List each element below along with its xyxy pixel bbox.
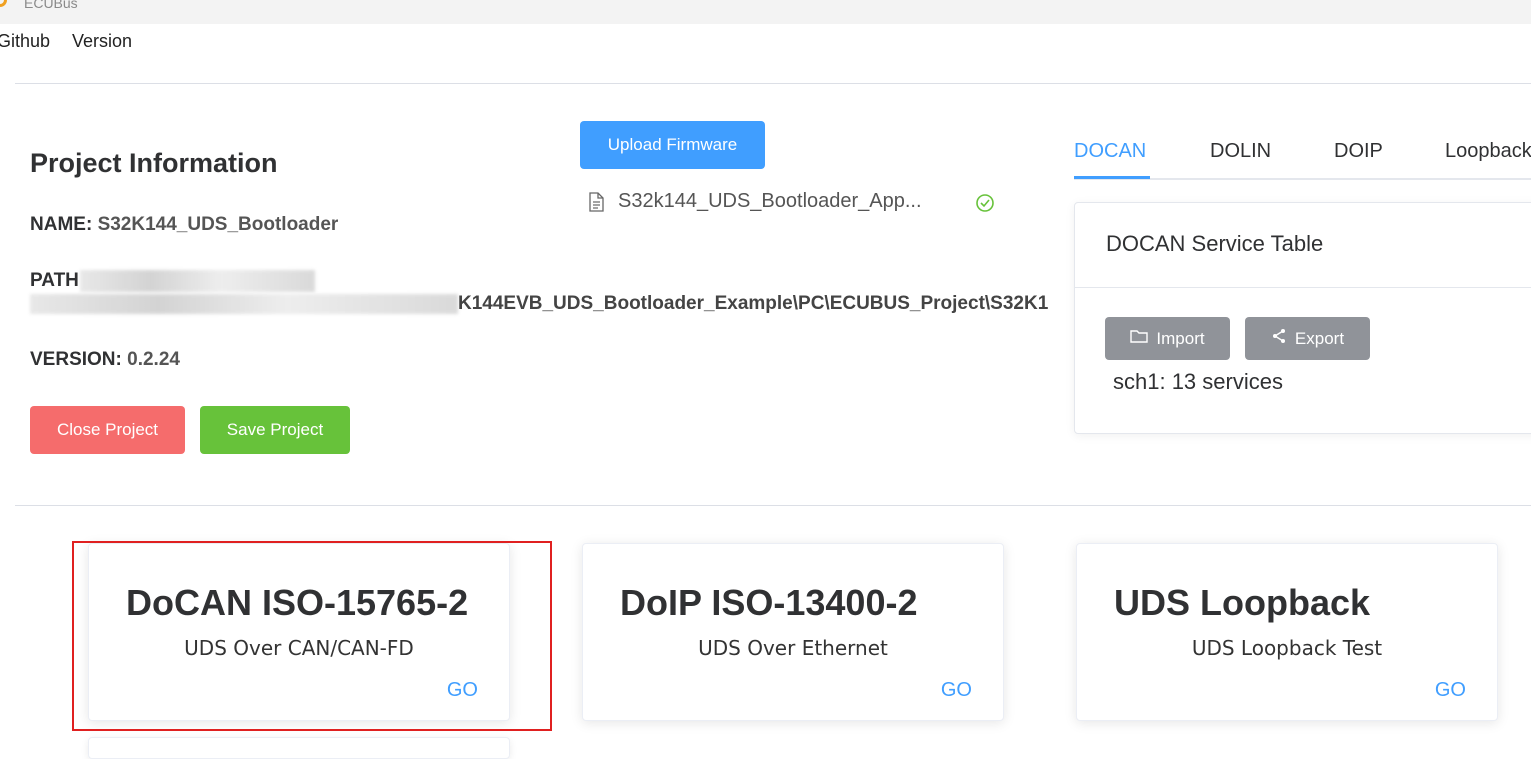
- header-divider: [15, 83, 1531, 84]
- active-tab-indicator: [1074, 176, 1150, 179]
- export-button[interactable]: Export: [1245, 317, 1370, 360]
- project-path-value: K144EVB_UDS_Bootloader_Example\PC\ECUBUS…: [458, 293, 1049, 314]
- window-titlebar: ECUBus: [0, 0, 1531, 24]
- protocol-tabs: DOCAN DOLIN DOIP Loopback: [1074, 132, 1531, 180]
- firmware-file-item[interactable]: S32k144_UDS_Bootloader_App...: [588, 190, 1008, 216]
- document-icon: [588, 192, 604, 217]
- section-divider: [15, 505, 1531, 506]
- project-info-title: Project Information: [30, 148, 278, 178]
- service-card-divider: [1075, 287, 1531, 288]
- save-project-button[interactable]: Save Project: [200, 406, 350, 454]
- window-title: ECUBus: [24, 0, 78, 11]
- export-label: Export: [1294, 328, 1345, 348]
- menu-item-github[interactable]: Github: [0, 31, 50, 52]
- folder-icon: [1130, 328, 1149, 349]
- highlight-box: [72, 541, 552, 731]
- project-version: VERSION: 0.2.24: [30, 349, 180, 371]
- protocol-card-title: DoIP ISO-13400-2: [620, 582, 918, 623]
- upload-firmware-button[interactable]: Upload Firmware: [580, 121, 765, 169]
- menu-bar: Github Version: [0, 24, 1531, 58]
- project-name-value: S32K144_UDS_Bootloader: [97, 214, 339, 235]
- project-name: NAME: S32K144_UDS_Bootloader: [30, 214, 338, 236]
- tab-doip[interactable]: DOIP: [1334, 140, 1383, 163]
- protocol-card-subtitle: UDS Over Ethernet: [698, 636, 888, 660]
- import-label: Import: [1156, 328, 1205, 348]
- go-link[interactable]: GO: [1435, 679, 1466, 702]
- project-version-value: 0.2.24: [127, 349, 180, 370]
- app-logo-icon: [0, 0, 7, 7]
- protocol-card-subtitle: UDS Loopback Test: [1191, 636, 1383, 660]
- project-path-label-text: PATH: [30, 270, 79, 291]
- protocol-card-partial: [88, 737, 510, 759]
- firmware-file-name: S32k144_UDS_Bootloader_App...: [618, 190, 922, 212]
- protocol-card-doip[interactable]: DoIP ISO-13400-2 UDS Over Ethernet GO: [582, 543, 1004, 721]
- redacted-path-part-2: [30, 294, 458, 314]
- protocol-card-title: UDS Loopback: [1114, 582, 1371, 623]
- check-circle-icon: [975, 193, 995, 218]
- protocol-card-loopback[interactable]: UDS Loopback UDS Loopback Test GO: [1076, 543, 1498, 721]
- project-name-label: NAME:: [30, 214, 93, 235]
- project-path-label: PATH: [30, 270, 79, 292]
- tab-dolin[interactable]: DOLIN: [1210, 140, 1271, 163]
- go-link[interactable]: GO: [941, 679, 972, 702]
- service-table-title: DOCAN Service Table: [1106, 231, 1324, 256]
- service-table-card: DOCAN Service Table Import Export sch1: …: [1074, 202, 1531, 434]
- project-version-label: VERSION:: [30, 349, 122, 370]
- close-project-button[interactable]: Close Project: [30, 406, 185, 454]
- tab-docan[interactable]: DOCAN: [1074, 140, 1146, 163]
- import-button[interactable]: Import: [1105, 317, 1230, 360]
- tab-loopback[interactable]: Loopback: [1445, 140, 1531, 163]
- redacted-path-part-1: [80, 270, 315, 292]
- share-icon: [1271, 328, 1287, 349]
- service-summary: sch1: 13 services: [1113, 369, 1283, 394]
- menu-item-version[interactable]: Version: [72, 31, 132, 52]
